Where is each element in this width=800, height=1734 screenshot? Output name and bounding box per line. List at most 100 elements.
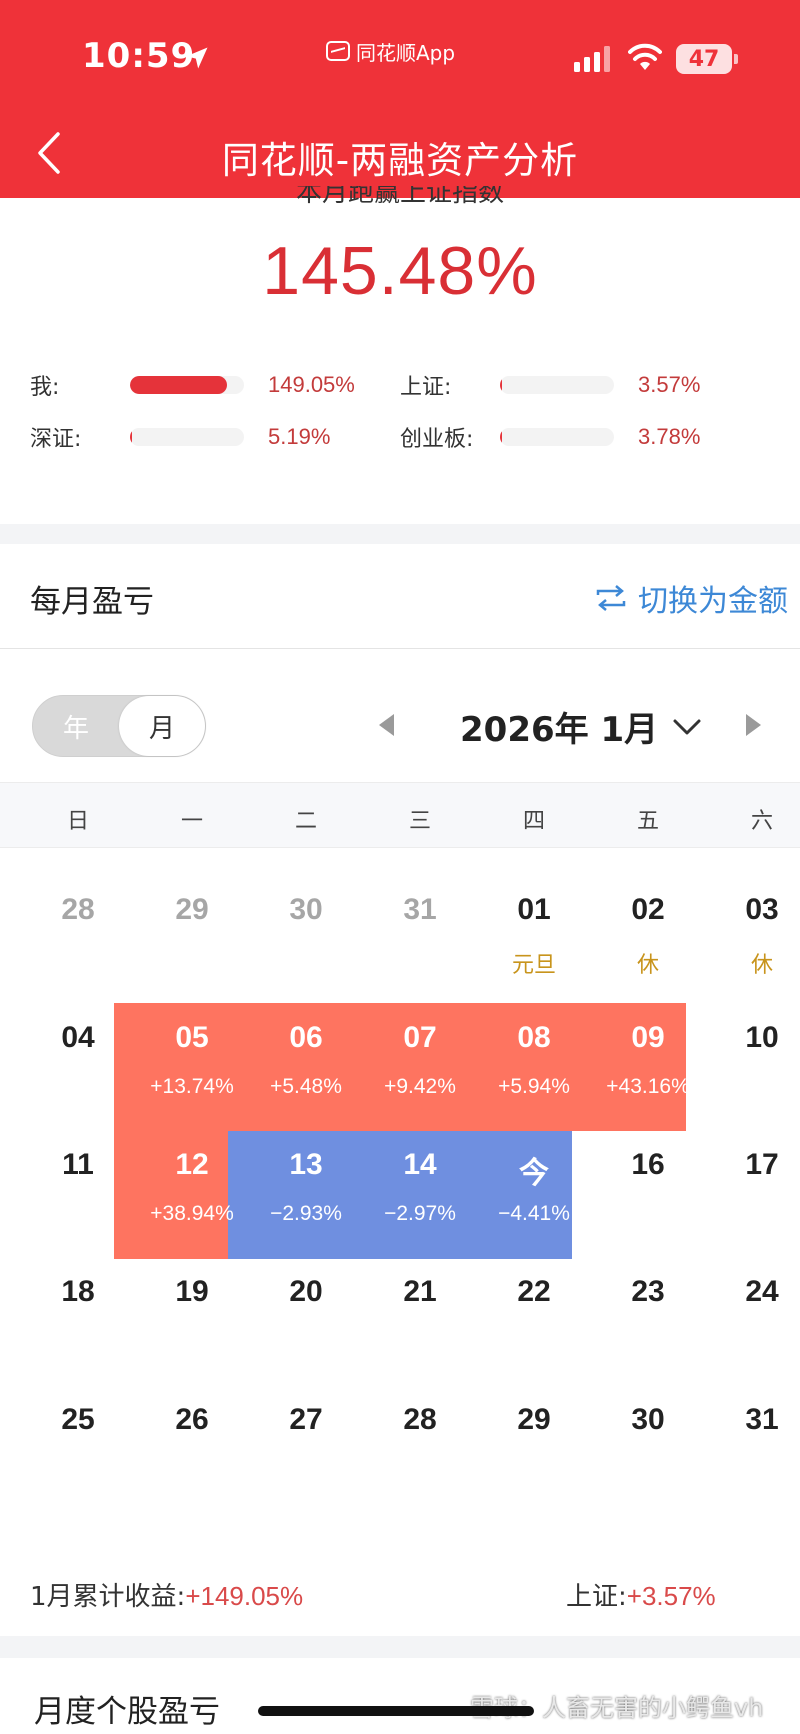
calendar-day[interactable]: 28 [365, 1403, 475, 1437]
calendar-day[interactable]: 04 [23, 1021, 133, 1055]
day-number: 28 [61, 893, 95, 926]
calendar-day[interactable]: 16 [593, 1148, 703, 1182]
month-selector[interactable]: 2026年 1月 [460, 702, 702, 751]
calendar-day[interactable]: 07 +9.42% [365, 1021, 475, 1098]
current-month: 2026年 1月 [460, 710, 659, 750]
calendar-day[interactable]: 03 休 [707, 893, 800, 978]
calendar-day[interactable]: 29 [137, 893, 247, 927]
calendar-day[interactable]: 25 [23, 1403, 133, 1437]
calendar-day[interactable]: 31 [365, 893, 475, 927]
weekday-label: 五 [636, 809, 659, 834]
toggle-year[interactable]: 年 [33, 696, 119, 756]
day-number: 19 [175, 1275, 209, 1308]
compare-row-me: 我: 149.05% [30, 368, 370, 402]
next-month-icon[interactable] [740, 710, 766, 740]
day-number: 08 [517, 1021, 551, 1054]
day-number: 31 [745, 1403, 779, 1436]
calendar-day[interactable]: 20 [251, 1275, 361, 1309]
day-return: +43.16% [606, 1075, 690, 1098]
compare-value: 3.57% [638, 372, 701, 397]
calendar-day[interactable]: 22 [479, 1275, 589, 1309]
switch-to-amount-label: 切换为金额 [638, 584, 788, 619]
compare-label: 深证: [30, 427, 82, 452]
app-header: 10:59 同花顺App 47 同花顺-两融资产分析 [0, 0, 800, 198]
calendar-day[interactable]: 26 [137, 1403, 247, 1437]
calendar-day[interactable]: 21 [365, 1275, 475, 1309]
calendar-day[interactable]: 17 [707, 1148, 800, 1182]
day-number: 02 [631, 893, 665, 926]
calendar-day[interactable]: 18 [23, 1275, 133, 1309]
day-number: 18 [61, 1275, 95, 1308]
month-summary-label: 1月累计收益: [30, 1582, 186, 1612]
day-number: 13 [289, 1148, 323, 1181]
compare-bar-fill [130, 376, 227, 394]
calendar-day[interactable]: 28 [23, 893, 133, 927]
calendar-day[interactable]: 09 +43.16% [593, 1021, 703, 1098]
app-name: 同花顺App [356, 40, 456, 65]
weekday-label: 二 [294, 809, 317, 834]
calendar-day[interactable]: 02 休 [593, 893, 703, 978]
calendar-day[interactable]: 01 元旦 [479, 893, 589, 978]
day-number: 11 [62, 1148, 94, 1181]
day-number: 16 [631, 1148, 665, 1181]
calendar-day[interactable]: 14 −2.97% [365, 1148, 475, 1225]
holiday-note: 休 [636, 953, 659, 978]
swap-icon [596, 585, 626, 611]
index-summary-value: +3.57% [626, 1581, 716, 1611]
calendar-day[interactable]: 19 [137, 1275, 247, 1309]
period-toggle[interactable]: 年 月 [32, 695, 206, 757]
calendar-day[interactable]: 23 [593, 1275, 703, 1309]
calendar-day[interactable]: 今 −4.41% [479, 1148, 589, 1225]
calendar-day[interactable]: 30 [593, 1403, 703, 1437]
compare-label: 上证: [400, 375, 452, 400]
calendar-day[interactable]: 05 +13.74% [137, 1021, 247, 1098]
index-summary: 上证:+3.57% [566, 1576, 716, 1613]
day-number: 03 [745, 893, 779, 926]
switch-to-amount-button[interactable]: 切换为金额 [594, 576, 788, 620]
calendar-day[interactable]: 13 −2.93% [251, 1148, 361, 1225]
calendar-day[interactable]: 24 [707, 1275, 800, 1309]
app-logo-icon [326, 41, 350, 61]
day-return: +9.42% [384, 1075, 456, 1098]
compare-value: 5.19% [268, 424, 331, 449]
calendar-day[interactable]: 06 +5.48% [251, 1021, 361, 1098]
day-number: 14 [403, 1148, 437, 1181]
day-return: +38.94% [150, 1202, 234, 1225]
home-indicator [258, 1706, 534, 1716]
toggle-month[interactable]: 月 [119, 696, 205, 756]
calendar-day[interactable]: 30 [251, 893, 361, 927]
day-number: 06 [289, 1021, 323, 1054]
day-number: 25 [61, 1403, 95, 1436]
calendar-day[interactable]: 29 [479, 1403, 589, 1437]
location-arrow-icon [186, 47, 208, 69]
day-return: +5.94% [498, 1075, 570, 1098]
calendar-day[interactable]: 10 [707, 1021, 800, 1055]
day-number: 31 [403, 893, 437, 926]
day-number: 21 [403, 1275, 437, 1308]
compare-bar [130, 428, 244, 446]
calendar-day[interactable]: 27 [251, 1403, 361, 1437]
weekday-label: 一 [180, 809, 203, 834]
previous-month-icon[interactable] [374, 710, 400, 740]
day-number: 24 [745, 1275, 779, 1308]
battery-indicator: 47 [676, 44, 738, 74]
day-number: 05 [175, 1021, 209, 1054]
day-number: 01 [517, 893, 551, 926]
day-return: −2.93% [270, 1202, 342, 1225]
wifi-icon [628, 43, 662, 70]
day-number: 26 [175, 1403, 209, 1436]
calendar-day[interactable]: 11 [23, 1148, 133, 1182]
index-summary-label: 上证: [566, 1582, 627, 1612]
calendar-day[interactable]: 31 [707, 1403, 800, 1437]
day-number: 23 [631, 1275, 665, 1308]
page-title: 同花顺-两融资产分析 [221, 139, 579, 182]
calendar-day[interactable]: 12 +38.94% [137, 1148, 247, 1225]
stock-pnl-title: 月度个股盈亏 [34, 1694, 220, 1730]
day-number: 29 [517, 1403, 551, 1436]
day-return: +13.74% [150, 1075, 234, 1098]
day-number: 20 [289, 1275, 323, 1308]
holiday-note: 元旦 [511, 953, 556, 978]
calendar-day[interactable]: 08 +5.94% [479, 1021, 589, 1098]
day-number: 27 [289, 1403, 323, 1436]
day-number: 30 [631, 1403, 665, 1436]
